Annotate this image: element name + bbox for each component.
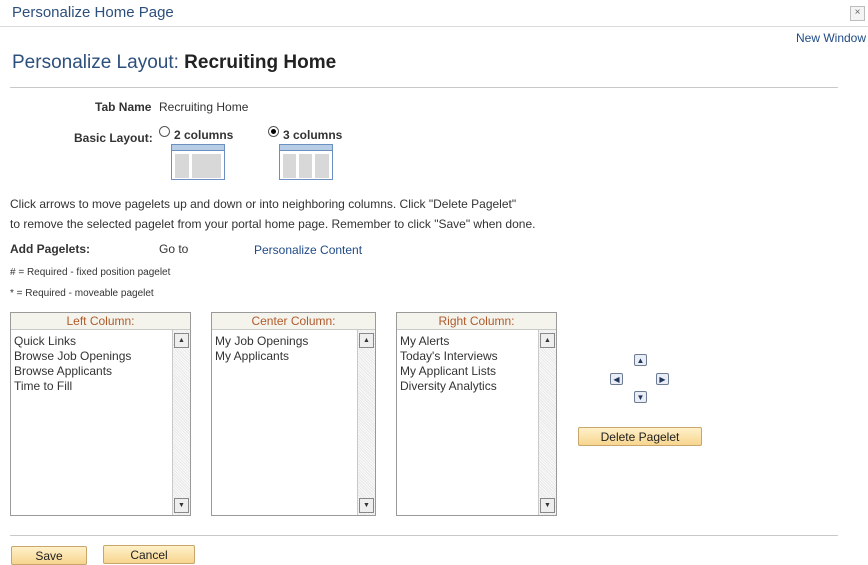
scroll-up-icon[interactable]: ▲ bbox=[174, 333, 189, 348]
scroll-down-icon[interactable]: ▼ bbox=[174, 498, 189, 513]
delete-pagelet-button[interactable]: Delete Pagelet bbox=[578, 427, 702, 446]
cancel-button[interactable]: Cancel bbox=[103, 545, 195, 564]
tab-name-value: Recruiting Home bbox=[159, 100, 249, 114]
radio-2-columns-label: 2 columns bbox=[174, 128, 234, 142]
divider-top bbox=[10, 87, 838, 88]
move-up-icon[interactable]: ▲ bbox=[634, 354, 647, 366]
window-title: Personalize Home Page bbox=[12, 4, 174, 21]
scrollbar[interactable]: ▲ ▼ bbox=[357, 330, 375, 515]
list-item[interactable]: Quick Links bbox=[14, 334, 131, 349]
new-window-link[interactable]: New Window bbox=[796, 31, 866, 45]
move-down-icon[interactable]: ▼ bbox=[634, 391, 647, 403]
note-moveable-pagelet: * = Required - moveable pagelet bbox=[10, 288, 154, 299]
divider-bottom bbox=[10, 535, 838, 536]
page-title: Personalize Layout: Recruiting Home bbox=[12, 52, 336, 74]
page-title-prefix: Personalize Layout: bbox=[12, 52, 185, 73]
list-item[interactable]: Time to Fill bbox=[14, 379, 131, 394]
scroll-down-icon[interactable]: ▼ bbox=[359, 498, 374, 513]
scroll-up-icon[interactable]: ▲ bbox=[359, 333, 374, 348]
scrollbar[interactable]: ▲ ▼ bbox=[172, 330, 190, 515]
add-pagelets-label: Add Pagelets: bbox=[10, 242, 91, 256]
layout-2-columns-icon[interactable] bbox=[171, 144, 225, 180]
left-column-list[interactable]: Left Column: Quick Links Browse Job Open… bbox=[10, 312, 191, 516]
list-item[interactable]: Diversity Analytics bbox=[400, 379, 498, 394]
center-column-list[interactable]: Center Column: My Job Openings My Applic… bbox=[211, 312, 376, 516]
move-left-icon[interactable]: ◀ bbox=[610, 373, 623, 385]
close-button[interactable]: × bbox=[850, 6, 865, 21]
list-item[interactable]: My Applicants bbox=[215, 349, 308, 364]
list-item[interactable]: My Job Openings bbox=[215, 334, 308, 349]
scrollbar[interactable]: ▲ ▼ bbox=[538, 330, 556, 515]
list-item[interactable]: Browse Job Openings bbox=[14, 349, 131, 364]
radio-2-columns[interactable] bbox=[159, 126, 170, 137]
list-item[interactable]: My Applicant Lists bbox=[400, 364, 498, 379]
list-item[interactable]: Browse Applicants bbox=[14, 364, 131, 379]
layout-3-columns-icon[interactable] bbox=[279, 144, 333, 180]
tab-name-label: Tab Name bbox=[95, 100, 152, 114]
note-fixed-pagelet: # = Required - fixed position pagelet bbox=[10, 267, 171, 278]
radio-3-columns-label: 3 columns bbox=[283, 128, 343, 142]
instructions-line-1: Click arrows to move pagelets up and dow… bbox=[10, 197, 517, 211]
instructions-line-2: to remove the selected pagelet from your… bbox=[10, 217, 536, 231]
page-title-name: Recruiting Home bbox=[184, 52, 337, 73]
scroll-down-icon[interactable]: ▼ bbox=[540, 498, 555, 513]
radio-3-columns[interactable] bbox=[268, 126, 279, 137]
list-item[interactable]: My Alerts bbox=[400, 334, 498, 349]
scroll-up-icon[interactable]: ▲ bbox=[540, 333, 555, 348]
right-column-header: Right Column: bbox=[397, 313, 556, 330]
close-icon: × bbox=[854, 7, 861, 18]
right-column-list[interactable]: Right Column: My Alerts Today's Intervie… bbox=[396, 312, 557, 516]
personalize-content-link[interactable]: Personalize Content bbox=[254, 243, 362, 257]
save-button[interactable]: Save bbox=[11, 546, 87, 565]
left-column-header: Left Column: bbox=[11, 313, 190, 330]
center-column-header: Center Column: bbox=[212, 313, 375, 330]
list-item[interactable]: Today's Interviews bbox=[400, 349, 498, 364]
basic-layout-label: Basic Layout: bbox=[74, 131, 153, 145]
goto-label: Go to bbox=[159, 242, 189, 256]
move-right-icon[interactable]: ▶ bbox=[656, 373, 669, 385]
